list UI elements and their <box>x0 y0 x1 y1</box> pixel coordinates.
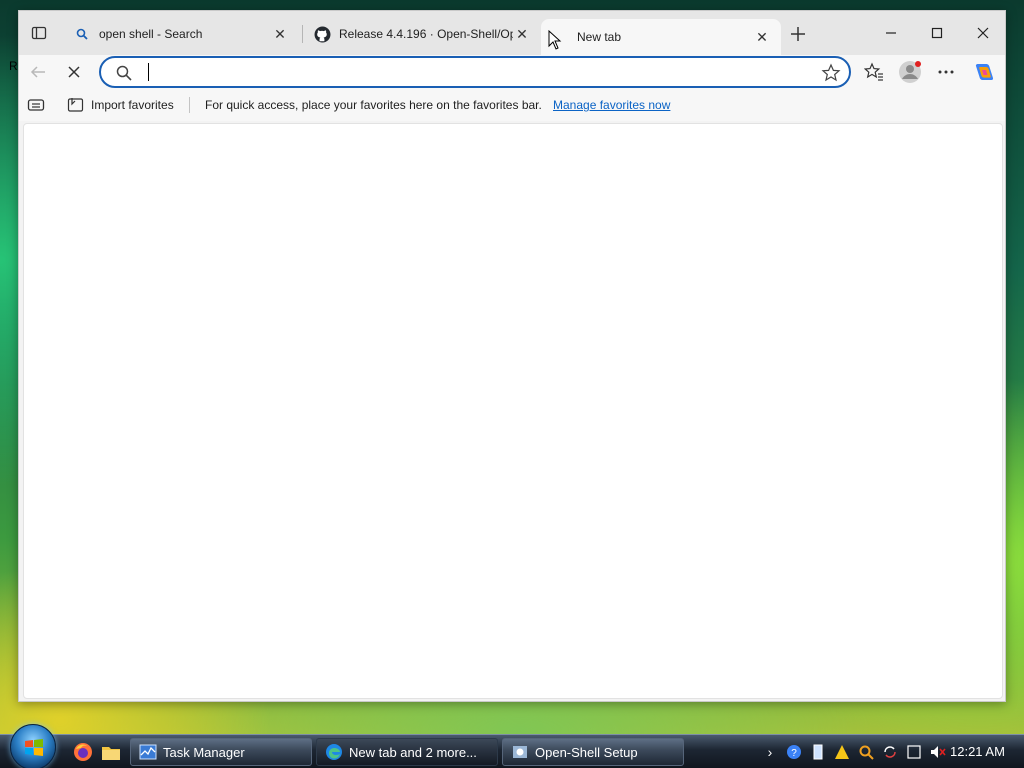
favorites-star-list-icon <box>864 62 883 81</box>
new-tab-button[interactable] <box>785 21 811 47</box>
favorites-bar: Import favorites For quick access, place… <box>19 89 1005 121</box>
close-tab-icon[interactable]: ✕ <box>513 25 531 43</box>
navigation-toolbar <box>19 55 1005 89</box>
browser-window: open shell - Search ✕ Release 4.4.196 · … <box>18 10 1006 702</box>
minimize-button[interactable] <box>869 19 913 47</box>
close-tab-icon[interactable]: ✕ <box>753 28 771 46</box>
stop-loading-button[interactable] <box>59 57 89 87</box>
copilot-button[interactable] <box>969 57 999 87</box>
taskbar-open-shell-setup[interactable]: Open-Shell Setup <box>502 738 684 766</box>
profile-button[interactable] <box>895 57 925 87</box>
search-icon <box>116 65 132 81</box>
task-manager-icon <box>139 744 157 760</box>
tab-release-open-shell[interactable]: Release 4.4.196 · Open-Shell/Ope ✕ <box>303 19 541 49</box>
favorites-button[interactable] <box>859 57 889 87</box>
more-dots-icon <box>938 70 954 74</box>
import-favorites-label: Import favorites <box>91 98 174 112</box>
desktop-stray-text: R <box>9 59 18 73</box>
edge-icon <box>326 744 342 760</box>
address-input[interactable] <box>147 62 807 82</box>
add-favorite-star-icon[interactable] <box>821 63 841 83</box>
settings-more-button[interactable] <box>931 57 961 87</box>
back-button[interactable] <box>23 57 53 87</box>
maximize-button[interactable] <box>915 19 959 47</box>
taskbar-button-label: Open-Shell Setup <box>535 744 638 760</box>
maximize-icon <box>931 27 943 39</box>
back-arrow-icon <box>30 66 45 78</box>
volume-muted-icon[interactable] <box>928 742 948 762</box>
text-caret <box>148 63 149 81</box>
firefox-icon[interactable] <box>72 741 94 763</box>
tab-label: Release 4.4.196 · Open-Shell/Ope <box>339 27 513 41</box>
close-icon <box>68 66 80 78</box>
sync-icon[interactable] <box>880 742 900 762</box>
warning-icon[interactable] <box>832 742 852 762</box>
start-button[interactable] <box>10 724 56 768</box>
system-tray: › ? <box>760 741 948 763</box>
favorites-divider <box>189 97 190 113</box>
avatar-icon <box>899 61 921 83</box>
address-bar[interactable] <box>99 56 851 88</box>
import-favorites-button[interactable]: Import favorites <box>67 95 174 115</box>
help-icon[interactable]: ? <box>784 742 804 762</box>
taskbar-edge[interactable]: New tab and 2 more... <box>316 738 498 766</box>
taskbar: Task Manager New tab and 2 more... Open-… <box>0 724 1024 768</box>
tab-label: open shell - Search <box>99 27 203 41</box>
setup-icon <box>513 746 527 758</box>
windows-logo-icon <box>25 739 43 756</box>
tab-actions-button[interactable] <box>23 19 55 47</box>
page-content[interactable] <box>23 123 1003 699</box>
window-icon[interactable] <box>904 742 924 762</box>
close-icon <box>977 27 989 39</box>
favorites-hint-text: For quick access, place your favorites h… <box>205 98 542 112</box>
github-icon <box>313 25 331 43</box>
file-explorer-icon[interactable] <box>100 741 122 763</box>
plus-icon <box>791 27 805 41</box>
import-icon <box>67 98 84 112</box>
close-window-button[interactable] <box>961 19 1005 47</box>
favorites-bar-toggle-icon[interactable] <box>27 97 45 113</box>
search-icon <box>73 25 91 43</box>
magnifier-icon[interactable] <box>856 742 876 762</box>
show-hidden-icons-chevron-icon[interactable]: › <box>760 742 780 762</box>
tab-new-tab[interactable]: New tab ✕ <box>541 19 781 55</box>
tab-actions-icon <box>31 26 47 40</box>
tab-open-shell-search[interactable]: open shell - Search ✕ <box>63 19 299 49</box>
tab-label: New tab <box>577 30 622 44</box>
taskbar-button-label: New tab and 2 more... <box>349 744 477 760</box>
taskbar-task-manager[interactable]: Task Manager <box>130 738 312 766</box>
device-icon[interactable] <box>808 742 828 762</box>
mouse-pointer-icon <box>548 30 562 50</box>
clock[interactable]: 12:21 AM <box>950 744 1005 759</box>
manage-favorites-link[interactable]: Manage favorites now <box>553 98 670 112</box>
svg-text:?: ? <box>791 748 797 759</box>
taskbar-button-label: Task Manager <box>163 744 245 760</box>
close-tab-icon[interactable]: ✕ <box>271 25 289 43</box>
tab-bar: open shell - Search ✕ Release 4.4.196 · … <box>19 11 1005 55</box>
minimize-icon <box>886 32 896 34</box>
copilot-icon <box>975 64 994 80</box>
